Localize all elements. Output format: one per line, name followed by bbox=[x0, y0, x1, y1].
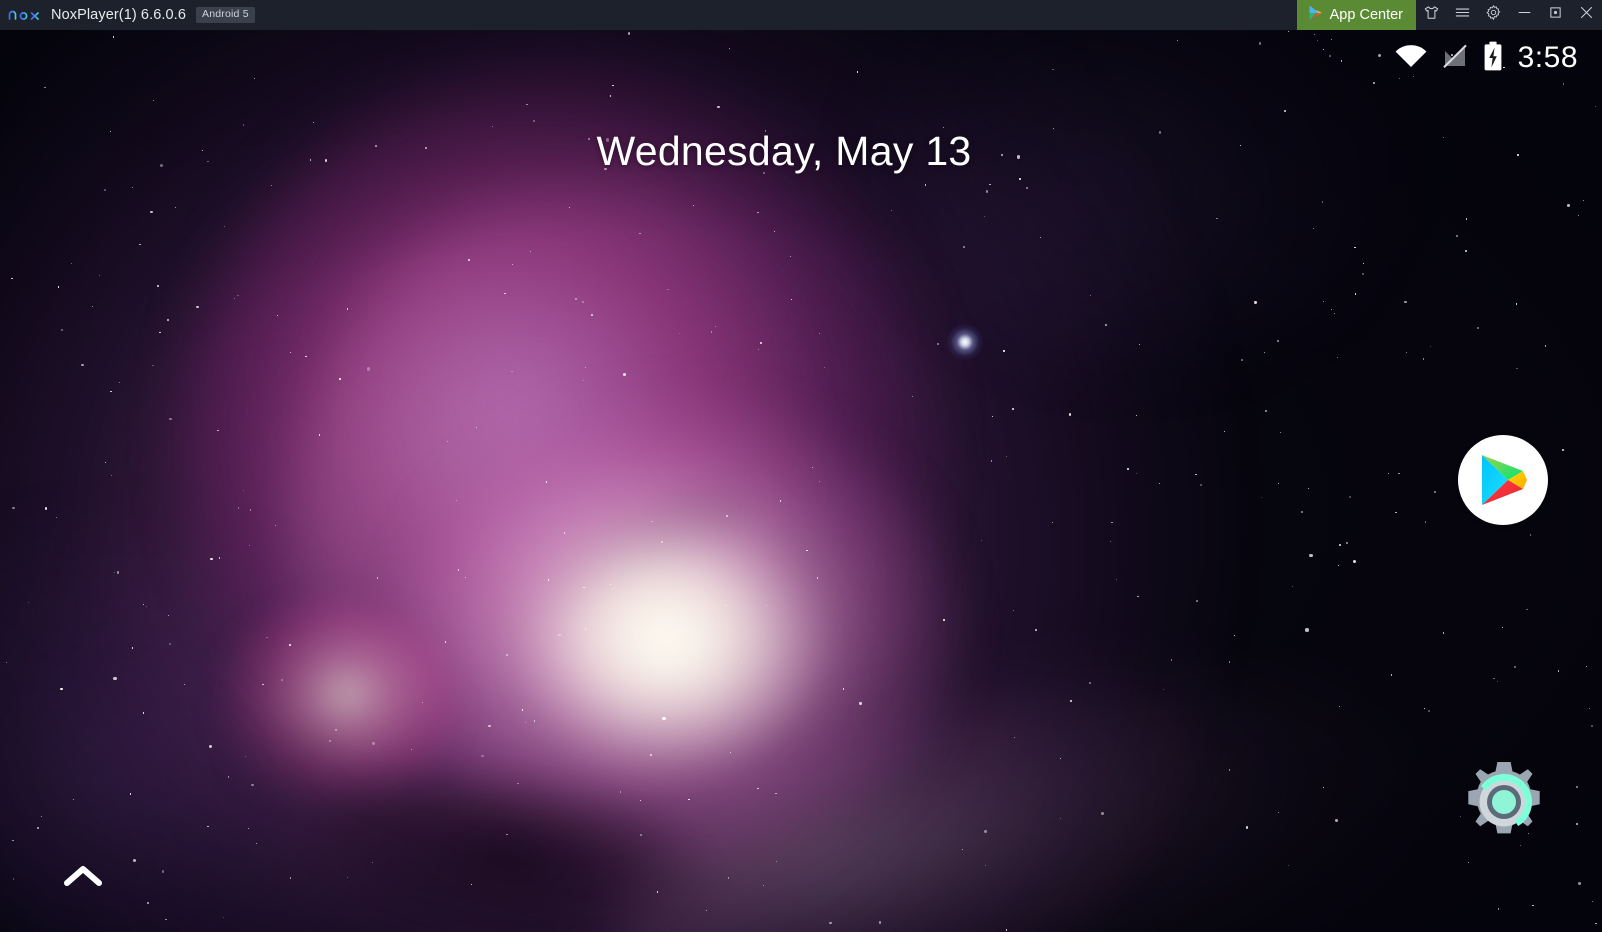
home-date-widget[interactable]: Wednesday, May 13 bbox=[0, 128, 1568, 175]
wifi-full-icon bbox=[1394, 42, 1428, 75]
settings-button[interactable] bbox=[1478, 0, 1509, 30]
status-clock: 3:58 bbox=[1517, 41, 1578, 74]
play-triangle-icon bbox=[1308, 5, 1323, 26]
no-sim-signal-icon bbox=[1442, 42, 1468, 75]
play-store-glyph bbox=[1482, 455, 1527, 505]
menu-button[interactable] bbox=[1447, 0, 1478, 30]
tshirt-icon bbox=[1423, 4, 1440, 26]
noxplayer-window: NoxPlayer(1) 6.6.0.6 Android 5 App Cente… bbox=[0, 0, 1602, 932]
minimize-icon bbox=[1516, 4, 1533, 26]
window-title: NoxPlayer(1) 6.6.0.6 bbox=[51, 7, 186, 23]
chevron-up-icon bbox=[64, 866, 102, 886]
maximize-icon bbox=[1547, 4, 1564, 26]
close-icon bbox=[1578, 4, 1595, 26]
hamburger-menu-icon bbox=[1454, 4, 1471, 26]
app-center-button[interactable]: App Center bbox=[1296, 0, 1416, 30]
maximize-button[interactable] bbox=[1540, 0, 1571, 30]
bright-star-glow bbox=[947, 324, 983, 360]
minimize-button[interactable] bbox=[1509, 0, 1540, 30]
settings-gear-icon[interactable] bbox=[1458, 756, 1550, 848]
theme-button[interactable] bbox=[1416, 0, 1447, 30]
titlebar-controls: App Center bbox=[1296, 0, 1602, 30]
android-status-bar: 3:58 bbox=[1394, 30, 1602, 86]
app-center-label: App Center bbox=[1329, 7, 1403, 23]
settings-gear-glyph bbox=[1468, 762, 1540, 834]
close-button[interactable] bbox=[1571, 0, 1602, 30]
play-store-icon[interactable] bbox=[1458, 435, 1548, 525]
nox-logo-icon bbox=[8, 7, 42, 23]
app-drawer-chevron[interactable] bbox=[64, 862, 102, 894]
date-text: Wednesday, May 13 bbox=[596, 128, 972, 174]
android-version-badge: Android 5 bbox=[195, 7, 255, 23]
window-titlebar: NoxPlayer(1) 6.6.0.6 Android 5 App Cente… bbox=[0, 0, 1602, 30]
gear-icon bbox=[1485, 4, 1502, 26]
battery-charging-icon bbox=[1482, 41, 1504, 76]
